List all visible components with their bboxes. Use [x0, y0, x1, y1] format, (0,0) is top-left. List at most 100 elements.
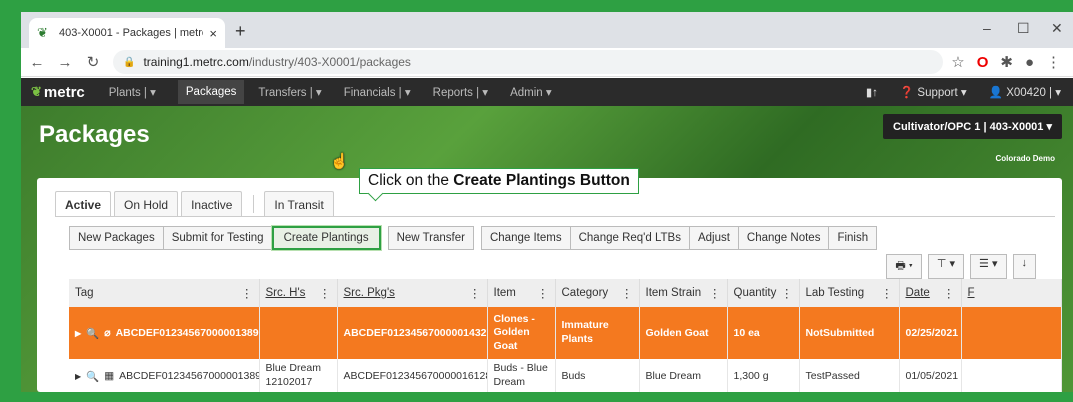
url-field[interactable]: 🔒 training1.metrc.com/industry/403-X0001…	[113, 50, 944, 74]
forward-icon[interactable]: →	[53, 54, 77, 71]
logo-text: metrc	[43, 83, 85, 101]
expand-icon[interactable]: ▶	[75, 372, 81, 381]
browser-window: ❦ 403-X0001 - Packages | metrc × + – ☐ ✕…	[21, 12, 1073, 392]
metrc-leaf-icon: ❦	[37, 25, 48, 40]
hand-cursor-icon: ☝	[330, 153, 349, 170]
reload-icon[interactable]: ↻	[81, 53, 105, 71]
print-icon[interactable]: 🖶 ▾	[886, 254, 922, 279]
column-menu-icon[interactable]: ⋮	[881, 286, 893, 300]
col-item-label: Item	[493, 287, 516, 299]
col-quantity[interactable]: Quantity ⋮	[727, 279, 800, 307]
cell-quantity: 10 ea	[727, 307, 800, 359]
column-menu-icon[interactable]: ⋮	[943, 286, 955, 300]
cell-item: Clones - Golden Goat	[487, 307, 556, 359]
cell-strain: Blue Dream	[639, 359, 728, 392]
profile-icon[interactable]: ●	[1025, 54, 1034, 71]
col-f[interactable]: F	[961, 279, 1062, 307]
demo-label: Colorado Demo	[995, 154, 1055, 163]
new-packages-button[interactable]: New Packages	[69, 226, 164, 250]
col-date[interactable]: Date ⋮	[899, 279, 962, 307]
facility-selector[interactable]: Cultivator/OPC 1 | 403-X0001 ▾	[883, 114, 1062, 139]
change-reqd-ltbs-button[interactable]: Change Req'd LTBs	[569, 226, 690, 250]
search-icon[interactable]: 🔍	[86, 327, 99, 340]
filter-icon[interactable]: ⊤ ▾	[927, 254, 965, 279]
new-transfer-button[interactable]: New Transfer	[387, 226, 474, 250]
instruction-callout: Click on the Create Plantings Button	[359, 168, 639, 194]
tab-active[interactable]: Active	[55, 191, 112, 217]
cell-tag: ▶ 🔍 ⌀ ABCDEF012345670000013896	[69, 307, 260, 359]
table-row[interactable]: ▶ 🔍 ▦ ABCDEF012345670000013893 Blue Dream 1…	[69, 359, 1062, 392]
metrc-logo[interactable]: ❦ metrc	[31, 84, 85, 101]
col-category[interactable]: Category ⋮	[555, 279, 640, 307]
opera-icon[interactable]: O	[977, 54, 989, 71]
nav-packages[interactable]: Packages	[177, 80, 245, 104]
nav-user[interactable]: 👤 X00420 | ▾	[989, 85, 1061, 99]
create-plantings-button[interactable]: Create Plantings	[271, 226, 381, 250]
tab-on-hold[interactable]: On Hold	[114, 191, 179, 217]
expand-icon[interactable]: ▶	[75, 329, 81, 338]
submit-for-testing-button[interactable]: Submit for Testing	[162, 226, 273, 250]
back-icon[interactable]: ←	[25, 54, 49, 71]
column-menu-icon[interactable]: ⋮	[537, 286, 549, 300]
col-tag[interactable]: Tag ⋮	[69, 279, 260, 307]
tab-in-transit[interactable]: In Transit	[264, 191, 334, 217]
nav-support[interactable]: ❓ Support ▾	[900, 85, 967, 99]
search-icon[interactable]: 🔍	[86, 370, 99, 383]
user-label: X00420 | ▾	[1006, 87, 1061, 99]
extensions-icon[interactable]: ✱	[1000, 53, 1013, 71]
minimize-icon[interactable]: –	[983, 20, 991, 36]
close-window-icon[interactable]: ✕	[1051, 20, 1063, 37]
change-items-button[interactable]: Change Items	[480, 226, 571, 250]
nav-plants[interactable]: Plants | ▾	[109, 85, 156, 99]
star-icon[interactable]: ☆	[951, 53, 964, 71]
cell-f	[961, 307, 1062, 359]
column-menu-icon[interactable]: ⋮	[241, 286, 253, 300]
maximize-icon[interactable]: ☐	[1017, 20, 1030, 37]
upload-icon[interactable]: ▮↑	[866, 85, 878, 99]
grid-tools: 🖶 ▾ ⊤ ▾ ☰ ▾ ↓	[886, 254, 1036, 279]
nav-reports[interactable]: Reports | ▾	[433, 85, 488, 99]
table-row[interactable]: ▶ 🔍 ⌀ ABCDEF012345670000013896 ABCDEF012345…	[69, 307, 1062, 359]
url-path: /industry/403-X0001/packages	[248, 55, 411, 69]
packages-panel: Active On Hold Inactive In Transit Click…	[37, 168, 1062, 392]
browser-tab[interactable]: ❦ 403-X0001 - Packages | metrc ×	[29, 18, 225, 48]
download-icon[interactable]: ↓	[1012, 254, 1036, 279]
cell-src-h: Blue Dream 12102017	[259, 359, 338, 392]
col-lab-testing[interactable]: Lab Testing ⋮	[799, 279, 900, 307]
barcode-icon: ▦	[104, 370, 115, 382]
col-item-strain[interactable]: Item Strain ⋮	[639, 279, 728, 307]
cell-lab: TestPassed	[799, 359, 900, 392]
tag-value: ABCDEF012345670000013896	[115, 327, 259, 339]
cell-date: 01/05/2021	[899, 359, 962, 392]
cell-date: 02/25/2021	[899, 307, 962, 359]
lock-icon: 🔒	[123, 56, 136, 68]
leaf-icon: ❦	[31, 84, 42, 99]
columns-icon[interactable]: ☰ ▾	[970, 254, 1007, 279]
change-notes-button[interactable]: Change Notes	[737, 226, 830, 250]
nav-transfers[interactable]: Transfers | ▾	[258, 85, 321, 99]
col-src-pkg[interactable]: Src. Pkg's ⋮	[337, 279, 488, 307]
action-toolbar: New Packages Submit for Testing Create P…	[69, 226, 878, 250]
cell-src-h	[259, 307, 338, 359]
tab-inactive[interactable]: Inactive	[181, 191, 243, 217]
column-menu-icon[interactable]: ⋮	[469, 286, 481, 300]
callout-prefix: Click on the	[368, 172, 454, 189]
address-bar-row: ← → ↻ 🔒 training1.metrc.com/industry/403…	[21, 48, 1073, 77]
col-item[interactable]: Item ⋮	[487, 279, 556, 307]
close-tab-icon[interactable]: ×	[209, 26, 217, 41]
adjust-button[interactable]: Adjust	[688, 226, 739, 250]
cell-item: Buds - Blue Dream	[487, 359, 556, 392]
nav-financials[interactable]: Financials | ▾	[344, 85, 411, 99]
nav-admin[interactable]: Admin ▾	[510, 85, 552, 99]
cell-f	[961, 359, 1062, 392]
column-menu-icon[interactable]: ⋮	[709, 286, 721, 300]
column-menu-icon[interactable]: ⋮	[319, 286, 331, 300]
column-menu-icon[interactable]: ⋮	[621, 286, 633, 300]
col-item-strain-label: Item Strain	[645, 287, 702, 299]
col-tag-label: Tag	[75, 287, 94, 299]
menu-icon[interactable]: ⋮	[1046, 53, 1061, 71]
column-menu-icon[interactable]: ⋮	[781, 286, 793, 300]
col-src-h[interactable]: Src. H's ⋮	[259, 279, 338, 307]
new-tab-icon[interactable]: +	[235, 21, 246, 42]
finish-button[interactable]: Finish	[828, 226, 878, 250]
